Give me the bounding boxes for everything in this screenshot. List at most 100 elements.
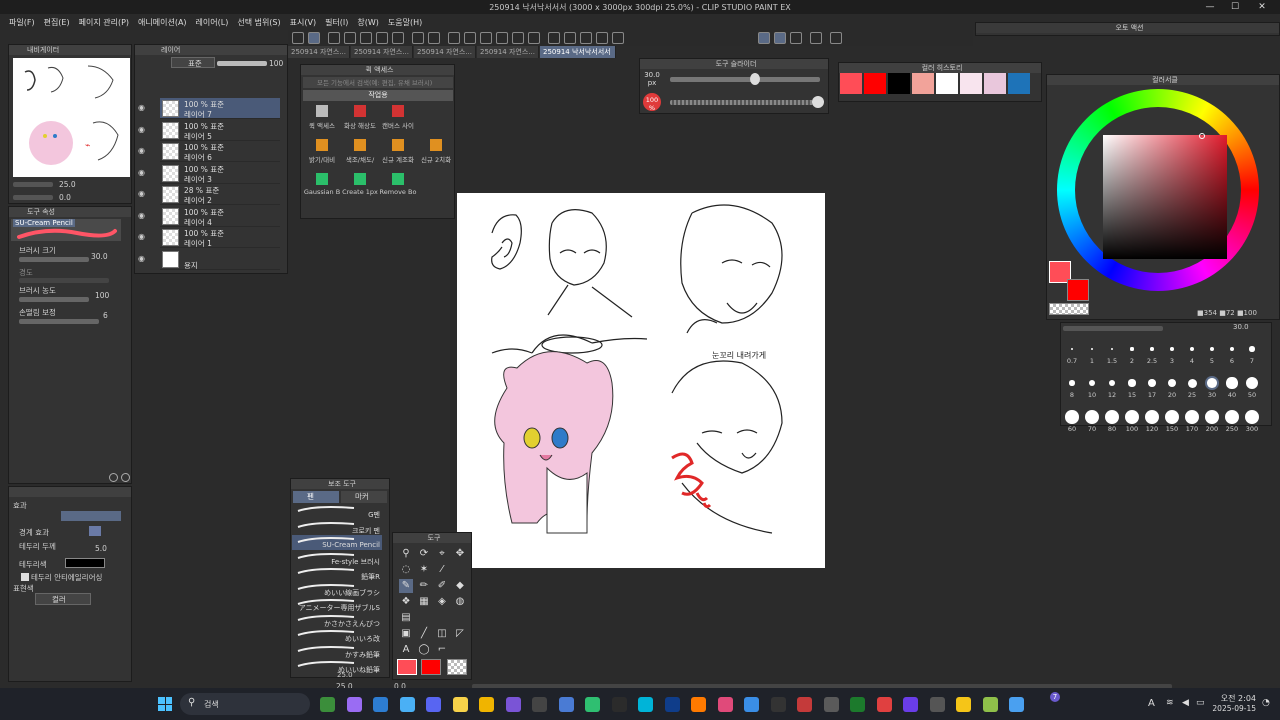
taskbar-app-icon[interactable] xyxy=(903,697,918,712)
eraser-tool-icon[interactable]: ◈ xyxy=(435,595,449,609)
symmetry-icon[interactable] xyxy=(810,32,822,44)
brush-size-dot[interactable] xyxy=(1108,379,1116,387)
taskbar-search[interactable]: ⚲ 검색 xyxy=(180,693,310,715)
close-button[interactable]: ✕ xyxy=(1252,0,1272,14)
brush-size-dot[interactable] xyxy=(1167,378,1177,388)
brush-item[interactable]: かさかさえんぴつ xyxy=(292,613,382,628)
fill-icon[interactable] xyxy=(548,32,560,44)
brush-size-dot[interactable] xyxy=(1249,346,1255,352)
color-history-swatch[interactable] xyxy=(912,73,934,94)
tab-marker[interactable]: 마커 xyxy=(341,491,387,503)
doc-tab[interactable]: 250914 자연스... xyxy=(351,46,413,58)
navigator-preview[interactable]: ⌁ xyxy=(13,58,130,177)
brush-size-dot[interactable] xyxy=(1226,377,1238,389)
ruler-tool-icon[interactable]: ◫ xyxy=(435,627,449,641)
balloon-tool-icon[interactable]: ◯ xyxy=(417,643,431,657)
brush-item[interactable]: かすみ鉛筆 xyxy=(292,644,382,659)
brush-size-dot[interactable] xyxy=(1150,347,1154,351)
brush-size-dot[interactable] xyxy=(1148,379,1156,387)
quick-access-button[interactable]: 캔버스 사이 xyxy=(377,105,419,130)
taskbar-app-icon[interactable] xyxy=(664,697,680,712)
export-icon[interactable] xyxy=(376,32,388,44)
saturation-value-square[interactable] xyxy=(1103,135,1227,259)
menu-page[interactable]: 페이지 관리(P) xyxy=(76,14,135,30)
sv-cursor-icon[interactable] xyxy=(1199,133,1205,139)
visibility-eye-icon[interactable]: ◉ xyxy=(138,211,148,221)
tab-pen[interactable]: 펜 xyxy=(293,491,339,503)
density-value[interactable]: 100 xyxy=(95,291,109,300)
brush-size-dot[interactable] xyxy=(1110,347,1114,351)
color-history-swatch[interactable] xyxy=(1008,73,1030,94)
gradient-tool-icon[interactable]: ▣ xyxy=(399,627,413,641)
layer-row[interactable]: ◉ 100 % 표준 레이어 6 xyxy=(138,141,280,162)
menu-filter[interactable]: 필터(I) xyxy=(322,14,354,30)
settings-icon[interactable] xyxy=(612,32,624,44)
tool-size-slider[interactable] xyxy=(670,77,820,82)
brush-item[interactable]: G펜 xyxy=(292,504,382,519)
eyedropper-icon[interactable]: ⁄ xyxy=(435,563,449,577)
menu-help[interactable]: 도움말(H) xyxy=(385,14,428,30)
visibility-eye-icon[interactable]: ◉ xyxy=(138,189,148,199)
taskbar-app-icon[interactable] xyxy=(346,697,362,712)
rotate-tool-icon[interactable]: ⟳ xyxy=(417,547,431,561)
layer-row[interactable]: ◉ 100 % 표준 레이어 3 xyxy=(138,163,280,184)
density-slider[interactable] xyxy=(19,297,89,302)
redo-icon[interactable] xyxy=(428,32,440,44)
taskbar-app-icon[interactable] xyxy=(479,697,494,712)
expression-select[interactable]: 컬러 xyxy=(35,593,91,605)
brush-size-dot[interactable] xyxy=(1085,410,1099,424)
visibility-eye-icon[interactable]: ◉ xyxy=(138,232,148,242)
quick-access-set-select[interactable]: 작업용 xyxy=(303,90,453,101)
brush-size-dot[interactable] xyxy=(1185,410,1199,424)
opacity-slider[interactable] xyxy=(217,61,267,66)
border-color-swatch[interactable] xyxy=(65,558,105,568)
save-icon[interactable] xyxy=(360,32,372,44)
pencil-tool-icon[interactable]: ✏ xyxy=(417,579,431,593)
color-history-swatch[interactable] xyxy=(840,73,862,94)
brush-size-dot[interactable] xyxy=(1065,410,1079,424)
brush-size-dot[interactable] xyxy=(1145,410,1159,424)
stabilization-value[interactable]: 6 xyxy=(103,311,108,320)
tool-transparent-color[interactable] xyxy=(447,659,467,675)
taskbar-app-icon[interactable] xyxy=(426,697,441,712)
tool-opacity-knob[interactable] xyxy=(812,96,824,108)
notification-bell-icon[interactable]: ◔ xyxy=(1262,698,1270,708)
menu-view[interactable]: 표시(V) xyxy=(287,14,322,30)
brush-size-dot[interactable] xyxy=(1130,347,1134,351)
brush-size-dot[interactable] xyxy=(1205,410,1219,424)
grid-icon[interactable] xyxy=(596,32,608,44)
brush-item[interactable]: SU-Cream Pencil xyxy=(292,535,382,550)
effect-toggle[interactable] xyxy=(61,511,121,521)
special-ruler-icon[interactable] xyxy=(830,32,842,44)
sub-color-swatch[interactable] xyxy=(1067,279,1089,301)
clock-date[interactable]: 2025-09-15 xyxy=(1212,704,1256,713)
taskbar-app-icon[interactable] xyxy=(399,697,415,712)
quick-access-button[interactable]: 밝기/대비 xyxy=(301,139,343,164)
layer-row[interactable]: ◉ 100 % 표준 레이어 5 xyxy=(138,120,280,141)
brush-size-dot[interactable] xyxy=(1088,379,1096,387)
canvas[interactable]: 눈꼬리 내려가게 xyxy=(472,193,825,568)
taskbar-app-icon[interactable] xyxy=(956,697,971,712)
language-indicator[interactable]: A xyxy=(1148,698,1155,709)
layer-row[interactable]: ◉ 용지 xyxy=(138,249,280,270)
brush-item[interactable]: めいいろ改 xyxy=(292,628,382,643)
taskbar-app-icon[interactable] xyxy=(929,697,945,712)
pressure-icon[interactable] xyxy=(774,32,786,44)
taskbar-app-icon[interactable] xyxy=(797,697,812,712)
blend-mode-select[interactable]: 표준 xyxy=(171,57,215,68)
brush-size-dot[interactable] xyxy=(1070,347,1074,351)
open-icon[interactable] xyxy=(344,32,356,44)
layer-row[interactable]: ◉ 100 % 표준 레이어 4 xyxy=(138,206,280,227)
brush-size-palette-slider[interactable] xyxy=(1063,326,1163,331)
brush-tool-icon[interactable]: ✐ xyxy=(435,579,449,593)
tool-property-menu-icon[interactable] xyxy=(121,473,130,482)
quick-access-button[interactable]: 색조/채도/ xyxy=(339,139,381,164)
deselect-icon[interactable] xyxy=(480,32,492,44)
border-effect-toggle[interactable] xyxy=(89,526,101,536)
wifi-icon[interactable]: ≋ xyxy=(1166,698,1174,708)
menu-icon[interactable] xyxy=(292,32,304,44)
taskbar-app-icon[interactable] xyxy=(770,697,786,712)
brush-size-dot[interactable] xyxy=(1209,346,1215,352)
battery-icon[interactable]: ▭ xyxy=(1196,698,1205,708)
taskbar-app-icon[interactable] xyxy=(744,697,759,712)
